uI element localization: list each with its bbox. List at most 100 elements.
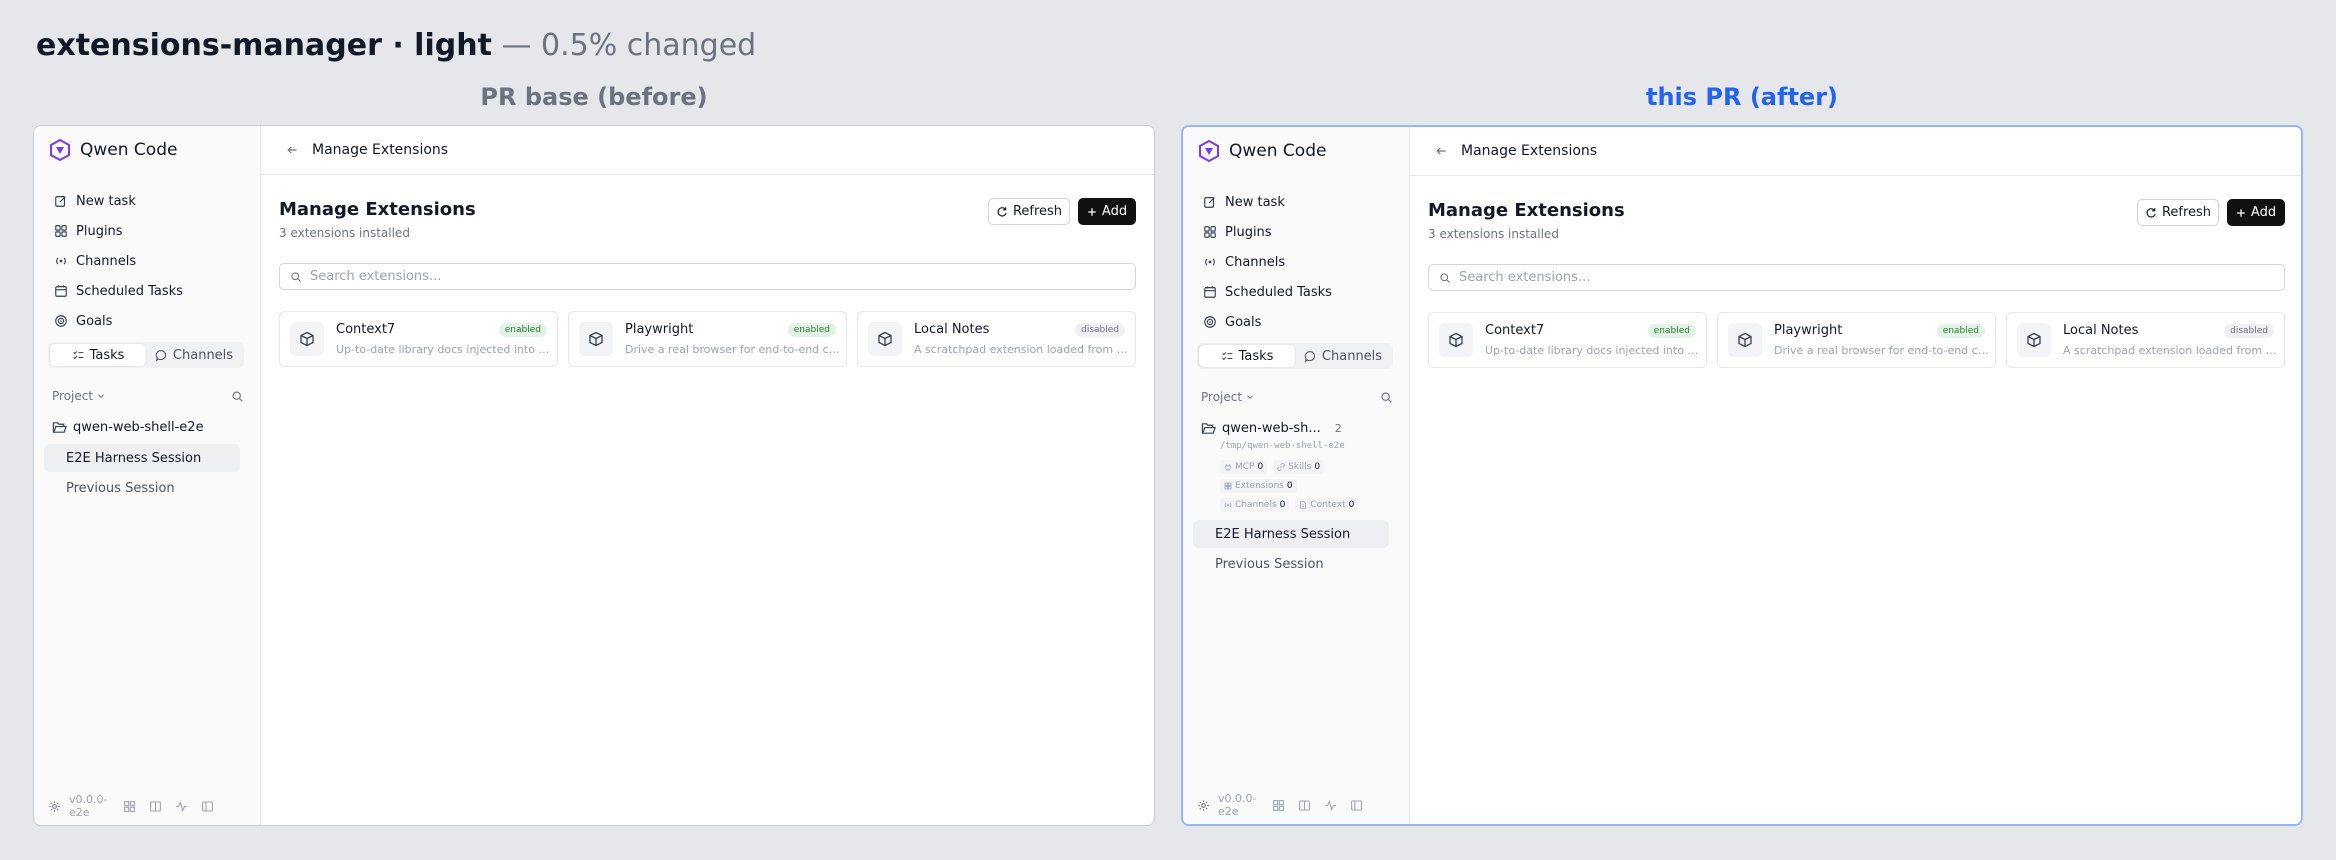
project-row: Project: [1201, 387, 1393, 407]
tab-tasks[interactable]: Tasks: [1199, 345, 1295, 367]
extension-list: Context7 enabled Up-to-date library docs…: [1428, 312, 2285, 368]
refresh-button[interactable]: Refresh: [988, 198, 1070, 225]
sidebar-segmented-control: Tasks Channels: [48, 342, 244, 368]
refresh-button-label: Refresh: [2161, 205, 2212, 220]
gear-icon[interactable]: [48, 800, 61, 813]
section-heading: Manage Extensions: [1428, 200, 1625, 221]
sidebar-item-channels[interactable]: Channels: [1199, 247, 1395, 277]
panel-icon[interactable]: [201, 800, 214, 813]
project-dropdown[interactable]: Project: [1201, 390, 1255, 404]
extension-card-playwright[interactable]: Playwright enabled Drive a real browser …: [1717, 312, 1996, 368]
extension-description: Drive a real browser for end-to-end ch..…: [1774, 344, 1989, 357]
search-box: [1428, 264, 2285, 291]
checklist-icon: [1221, 351, 1232, 360]
sidebar-item-goals[interactable]: Goals: [50, 306, 246, 336]
package-icon: [1439, 323, 1473, 357]
extensions-count: 3 extensions installed: [279, 226, 410, 240]
sidebar-item-goals[interactable]: Goals: [1199, 307, 1395, 337]
page-title-main: extensions-manager · light: [36, 28, 492, 63]
sidebar-item-scheduled-tasks[interactable]: Scheduled Tasks: [1199, 277, 1395, 307]
extension-card-local-notes[interactable]: Local Notes disabled A scratchpad extens…: [2006, 312, 2285, 368]
tab-channels-label: Channels: [172, 347, 234, 363]
sidebar-item-new-task[interactable]: New task: [50, 186, 246, 216]
extension-name: Context7: [336, 322, 396, 337]
checklist-icon: [72, 350, 83, 359]
sidebar-item-plugins[interactable]: Plugins: [50, 216, 246, 246]
activity-icon[interactable]: [175, 800, 188, 813]
project-label: Project: [52, 389, 94, 403]
page-title-change: — 0.5% changed: [501, 28, 757, 63]
puzzle-icon: [1224, 482, 1232, 490]
version-label: v0.0.0-e2e: [69, 793, 108, 819]
sidebar-item-channels[interactable]: Channels: [50, 246, 246, 276]
tab-channels[interactable]: Channels: [1295, 345, 1391, 367]
stat-chip-channels: Channels 0: [1220, 498, 1290, 512]
plug-icon: [1225, 464, 1231, 471]
search-icon[interactable]: [1380, 391, 1393, 404]
after-column-heading: this PR (after): [1645, 83, 1838, 111]
search-icon[interactable]: [231, 390, 244, 403]
grid-icon[interactable]: [123, 800, 136, 813]
grid-icon[interactable]: [1272, 799, 1285, 812]
add-extension-button[interactable]: Add: [1078, 198, 1136, 225]
search-input[interactable]: [310, 269, 1110, 284]
session-item-active[interactable]: E2E Harness Session: [44, 444, 240, 472]
tab-tasks[interactable]: Tasks: [50, 344, 146, 366]
extension-name: Playwright: [1774, 323, 1843, 338]
topbar-title: Manage Extensions: [312, 142, 449, 158]
extension-description: A scratchpad extension loaded from d...: [2063, 344, 2278, 357]
project-dropdown[interactable]: Project: [52, 389, 106, 403]
panel-icon[interactable]: [1350, 799, 1363, 812]
extensions-count: 3 extensions installed: [1428, 227, 1559, 241]
sidebar-item-label: Channels: [76, 253, 137, 269]
plus-icon: [2237, 208, 2245, 217]
broadcast-icon: [1205, 258, 1215, 266]
gear-icon[interactable]: [1197, 799, 1210, 812]
extension-description: Up-to-date library docs injected into y.…: [1485, 344, 1700, 357]
broadcast-icon: [56, 257, 66, 265]
activity-icon[interactable]: [1324, 799, 1337, 812]
footer-icons: [1272, 799, 1363, 812]
qwen-logo-icon: [50, 138, 70, 162]
package-icon: [579, 322, 613, 356]
extension-card-context7[interactable]: Context7 enabled Up-to-date library docs…: [1428, 312, 1707, 368]
sidebar-item-label: Goals: [76, 313, 113, 329]
package-icon: [1728, 323, 1762, 357]
sidebar-item-label: Plugins: [1225, 224, 1272, 240]
project-folder[interactable]: qwen-web-sh... 2: [1201, 417, 1342, 439]
chat-bubble-icon: [1304, 350, 1315, 363]
refresh-button[interactable]: Refresh: [2137, 199, 2219, 226]
puzzle-icon: [1204, 226, 1216, 238]
book-icon[interactable]: [149, 800, 162, 813]
sidebar-item-plugins[interactable]: Plugins: [1199, 217, 1395, 247]
project-path: /tmp/qwen-web-shell-e2e: [1220, 441, 1345, 451]
sidebar-footer: v0.0.0-e2e: [48, 793, 253, 819]
session-item[interactable]: Previous Session: [44, 474, 240, 502]
session-item[interactable]: Previous Session: [1193, 550, 1389, 578]
sidebar-item-new-task[interactable]: New task: [1199, 187, 1395, 217]
add-extension-button[interactable]: Add: [2227, 199, 2285, 226]
session-item-active[interactable]: E2E Harness Session: [1193, 520, 1389, 548]
chevron-down-icon: [98, 394, 104, 398]
chat-bubble-icon: [155, 349, 166, 362]
back-arrow-icon[interactable]: [1435, 145, 1447, 157]
book-icon[interactable]: [1298, 799, 1311, 812]
search-input[interactable]: [1459, 270, 2259, 285]
status-badge: disabled: [2224, 324, 2274, 338]
sidebar-item-scheduled-tasks[interactable]: Scheduled Tasks: [50, 276, 246, 306]
section-heading: Manage Extensions: [279, 199, 476, 220]
extension-card-local-notes[interactable]: Local Notes disabled A scratchpad extens…: [857, 311, 1136, 367]
file-icon: [1300, 501, 1307, 509]
back-arrow-icon[interactable]: [286, 144, 298, 156]
search-box: [279, 263, 1136, 290]
extension-card-playwright[interactable]: Playwright enabled Drive a real browser …: [568, 311, 847, 367]
extension-card-context7[interactable]: Context7 enabled Up-to-date library docs…: [279, 311, 558, 367]
sidebar-item-label: Scheduled Tasks: [1225, 284, 1332, 300]
plus-icon: [1088, 207, 1096, 216]
project-folder-name: qwen-web-shell-e2e: [73, 419, 204, 435]
footer-icons: [123, 800, 214, 813]
project-folder-name: qwen-web-sh...: [1222, 420, 1321, 436]
project-folder[interactable]: qwen-web-shell-e2e: [52, 416, 204, 438]
tab-channels[interactable]: Channels: [146, 344, 242, 366]
sidebar-item-label: Plugins: [76, 223, 123, 239]
